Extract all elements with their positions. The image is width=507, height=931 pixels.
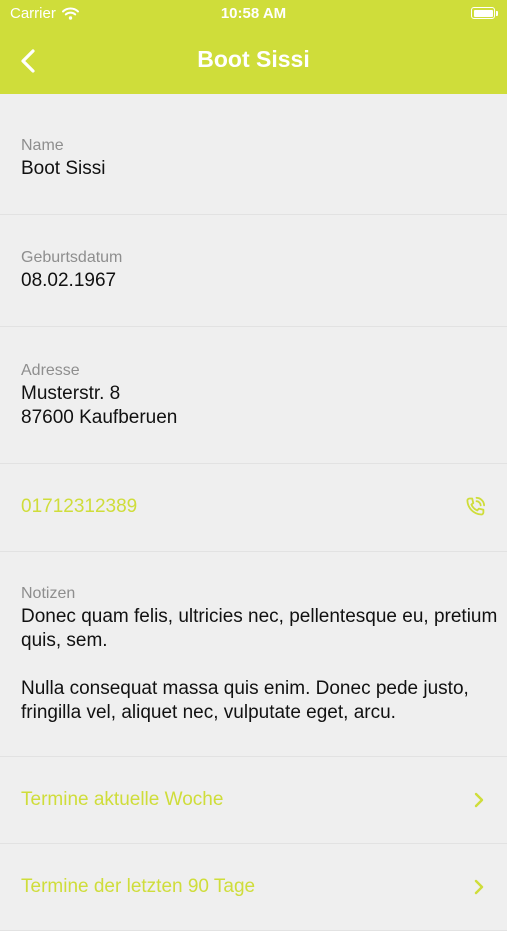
phone-row[interactable]: 01712312389 [0, 464, 507, 552]
phone-number[interactable]: 01712312389 [21, 496, 137, 518]
address-line2: 87600 Kaufberuen [21, 407, 178, 428]
status-bar: Carrier 10:58 AM [0, 0, 507, 28]
name-row: Name Boot Sissi [0, 94, 507, 215]
nav-header: Carrier 10:58 AM Boot Sissi [0, 0, 507, 94]
battery-tip [496, 11, 498, 16]
birthdate-row: Geburtsdatum 08.02.1967 [0, 215, 507, 327]
name-value: Boot Sissi [21, 158, 106, 179]
battery-icon [471, 7, 495, 19]
chevron-left-icon [21, 49, 35, 73]
notes-paragraph-1: Donec quam felis, ultricies nec, pellent… [21, 606, 498, 651]
last-90-days-label[interactable]: Termine der letzten 90 Tage [21, 876, 255, 898]
address-label: Adresse [21, 362, 80, 379]
birthdate-label: Geburtsdatum [21, 249, 123, 266]
name-label: Name [21, 137, 64, 154]
notes-paragraph-2: Nulla consequat massa quis enim. Donec p… [21, 678, 469, 723]
birthdate-value: 08.02.1967 [21, 270, 117, 291]
current-week-row[interactable]: Termine aktuelle Woche [0, 757, 507, 844]
notes-row: Notizen Donec quam felis, ultricies nec,… [0, 552, 507, 757]
phone-call-icon[interactable] [463, 495, 487, 519]
status-time: 10:58 AM [220, 5, 287, 22]
address-line1: Musterstr. 8 [21, 383, 121, 404]
current-week-label[interactable]: Termine aktuelle Woche [21, 789, 223, 811]
chevron-right-icon [474, 792, 484, 808]
last-90-days-row[interactable]: Termine der letzten 90 Tage [0, 844, 507, 931]
chevron-right-icon [474, 879, 484, 895]
page-title: Boot Sissi [197, 46, 310, 72]
notes-label: Notizen [21, 585, 76, 602]
back-button[interactable] [12, 44, 46, 78]
address-row: Adresse Musterstr. 8 87600 Kaufberuen [0, 327, 507, 464]
notes-text: Donec quam felis, ultricies nec, pellent… [21, 605, 505, 725]
navigation-bar: Boot Sissi [0, 28, 507, 94]
